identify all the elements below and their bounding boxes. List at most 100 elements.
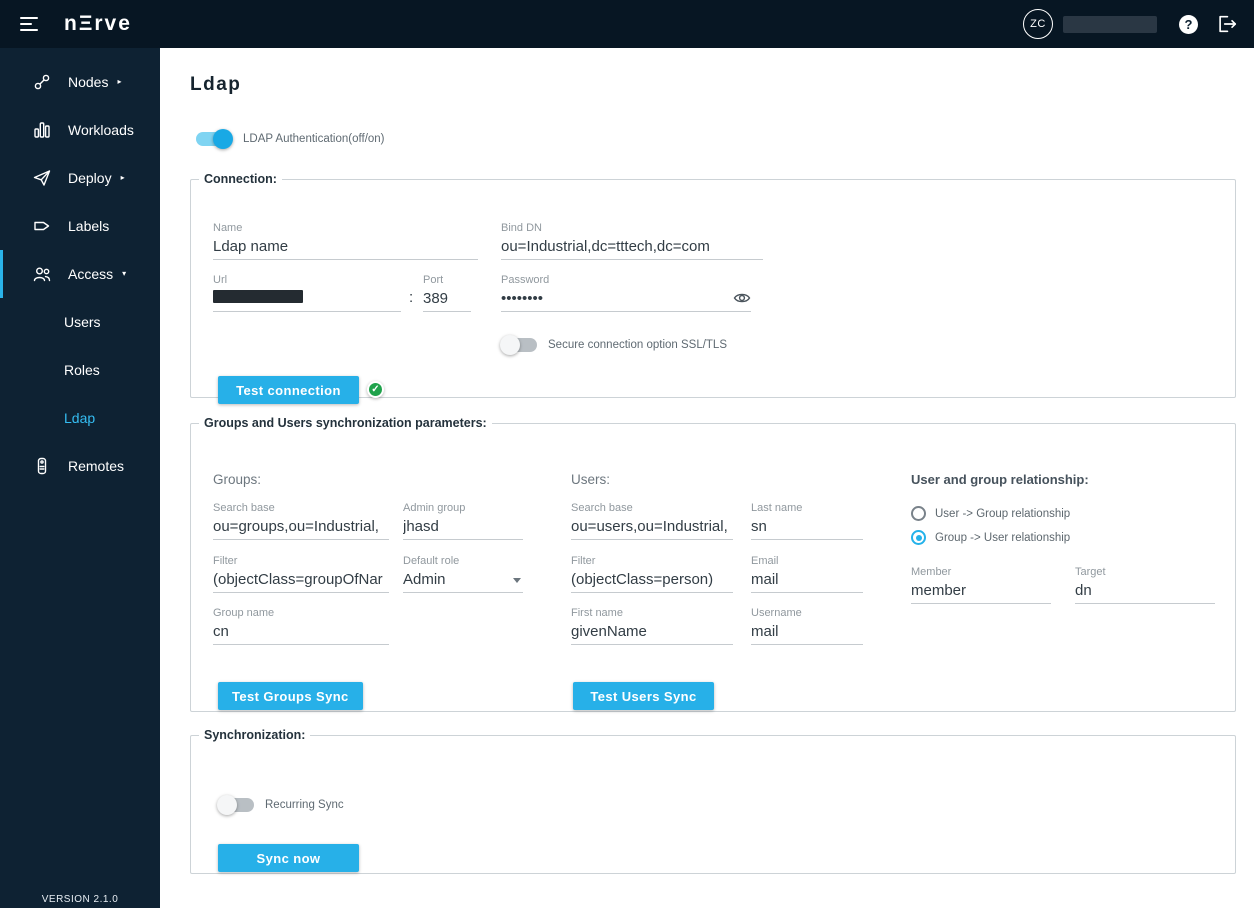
- first-name-label: First name: [571, 607, 623, 619]
- password-field-block: Password ••••••••: [501, 274, 751, 312]
- target-input[interactable]: dn: [1075, 582, 1215, 604]
- sidebar-item-access[interactable]: Access: [0, 250, 160, 298]
- synchronization-section: Synchronization: Recurring Sync Sync now: [190, 728, 1236, 874]
- labels-icon: [32, 216, 52, 236]
- member-block: Member member: [911, 566, 1051, 604]
- avatar[interactable]: ZC: [1023, 9, 1053, 39]
- users-filter-label: Filter: [571, 555, 596, 567]
- port-input[interactable]: 389: [423, 290, 471, 312]
- sidebar-item-label: Roles: [64, 362, 100, 378]
- deploy-icon: [32, 168, 52, 188]
- default-role-label: Default role: [403, 555, 460, 567]
- default-role-block: Default role Admin: [403, 555, 523, 593]
- test-users-sync-button[interactable]: Test Users Sync: [573, 682, 714, 710]
- groups-filter-block: Filter (objectClass=groupOfNar: [213, 555, 389, 593]
- first-name-input[interactable]: givenName: [571, 623, 733, 645]
- ssl-toggle[interactable]: [500, 335, 537, 355]
- sidebar-item-remotes[interactable]: Remotes: [0, 442, 160, 490]
- help-icon[interactable]: ?: [1179, 14, 1198, 34]
- port-separator: :: [409, 289, 414, 306]
- bind-dn-field-block: Bind DN ou=Industrial,dc=tttech,dc=com: [501, 222, 763, 260]
- logout-icon[interactable]: [1216, 13, 1238, 35]
- workloads-icon: [32, 120, 52, 140]
- last-name-input[interactable]: sn: [751, 518, 863, 540]
- admin-group-input[interactable]: jhasd: [403, 518, 523, 540]
- sidebar-item-labels[interactable]: Labels: [0, 202, 160, 250]
- username-label: Username: [751, 607, 802, 619]
- users-search-base-label: Search base: [571, 502, 633, 514]
- top-bar: nΞrve ZC ?: [0, 0, 1254, 48]
- sidebar-item-label: Access: [68, 266, 114, 282]
- ldap-auth-toggle-row: LDAP Authentication(off/on): [196, 129, 1254, 149]
- user-group-radio[interactable]: User -> Group relationship: [911, 506, 1070, 521]
- member-input[interactable]: member: [911, 582, 1051, 604]
- users-filter-input[interactable]: (objectClass=person): [571, 571, 733, 593]
- sidebar-item-users[interactable]: Users: [0, 298, 160, 346]
- sync-now-button[interactable]: Sync now: [218, 844, 359, 872]
- last-name-block: Last name sn: [751, 502, 863, 540]
- user-group-radio-label: User -> Group relationship: [935, 507, 1071, 520]
- groups-search-base-input[interactable]: ou=groups,ou=Industrial,: [213, 518, 389, 540]
- sidebar-item-deploy[interactable]: Deploy: [0, 154, 160, 202]
- test-connection-button[interactable]: Test connection: [218, 376, 359, 404]
- sync-parameters-legend: Groups and Users synchronization paramet…: [204, 416, 487, 430]
- username-block: Username mail: [751, 607, 863, 645]
- url-input[interactable]: [213, 290, 401, 312]
- username-input[interactable]: mail: [751, 623, 863, 645]
- groups-search-base-block: Search base ou=groups,ou=Industrial,: [213, 502, 389, 540]
- nerve-logo: nΞrve: [64, 12, 132, 35]
- group-user-radio[interactable]: Group -> User relationship: [911, 530, 1070, 545]
- page-title: Ldap: [190, 74, 242, 95]
- ldap-auth-toggle-label: LDAP Authentication(off/on): [243, 133, 385, 145]
- main-content: Ldap LDAP Authentication(off/on) Connect…: [160, 48, 1254, 908]
- sidebar-item-label: Nodes: [68, 74, 109, 90]
- radio-selected-icon: [911, 530, 926, 545]
- port-field-block: Port 389: [423, 274, 471, 312]
- group-name-input[interactable]: cn: [213, 623, 389, 645]
- connection-section: Connection: Name Ldap name Bind DN ou=In…: [190, 172, 1236, 404]
- email-input[interactable]: mail: [751, 571, 863, 593]
- password-input[interactable]: ••••••••: [501, 290, 751, 312]
- sidebar-item-label: Remotes: [68, 458, 125, 474]
- groups-filter-input[interactable]: (objectClass=groupOfNar: [213, 571, 389, 593]
- port-label: Port: [423, 274, 444, 286]
- chevron-right-icon: [121, 174, 125, 182]
- ssl-toggle-row: Secure connection option SSL/TLS: [500, 335, 728, 355]
- version-label: VERSION 2.1.0: [41, 894, 119, 905]
- show-password-icon[interactable]: [733, 289, 751, 307]
- password-label: Password: [501, 274, 550, 286]
- email-label: Email: [751, 555, 779, 567]
- sidebar-item-label: Labels: [68, 218, 110, 234]
- groups-heading: Groups:: [213, 472, 262, 487]
- test-groups-sync-button[interactable]: Test Groups Sync: [218, 682, 363, 710]
- name-input[interactable]: Ldap name: [213, 238, 478, 260]
- menu-icon[interactable]: [20, 13, 42, 35]
- synchronization-legend: Synchronization:: [204, 728, 306, 742]
- sidebar-item-nodes[interactable]: Nodes: [0, 58, 160, 106]
- ssl-toggle-label: Secure connection option SSL/TLS: [548, 339, 728, 351]
- sync-parameters-section: Groups and Users synchronization paramet…: [190, 416, 1236, 712]
- relationship-heading: User and group relationship:: [911, 472, 1089, 487]
- nodes-icon: [32, 72, 52, 92]
- bind-dn-input[interactable]: ou=Industrial,dc=tttech,dc=com: [501, 238, 763, 260]
- admin-group-label: Admin group: [403, 502, 466, 514]
- recurring-sync-toggle[interactable]: [217, 795, 254, 815]
- first-name-block: First name givenName: [571, 607, 733, 645]
- chevron-down-icon: [122, 270, 126, 278]
- sidebar-item-label: Users: [64, 314, 101, 330]
- group-name-block: Group name cn: [213, 607, 389, 645]
- ldap-auth-toggle[interactable]: [196, 129, 233, 149]
- sidebar-item-ldap[interactable]: Ldap: [0, 394, 160, 442]
- remotes-icon: [32, 456, 52, 476]
- default-role-select[interactable]: Admin: [403, 571, 523, 593]
- sidebar-item-workloads[interactable]: Workloads: [0, 106, 160, 154]
- sidebar-item-roles[interactable]: Roles: [0, 346, 160, 394]
- access-icon: [32, 264, 52, 284]
- redacted-url-value: [213, 290, 303, 303]
- url-field-block: Url: [213, 274, 401, 312]
- users-search-base-input[interactable]: ou=users,ou=Industrial,: [571, 518, 733, 540]
- sidebar-item-label: Deploy: [68, 170, 112, 186]
- sidebar-item-label: Ldap: [64, 410, 96, 426]
- users-filter-block: Filter (objectClass=person): [571, 555, 733, 593]
- url-label: Url: [213, 274, 228, 286]
